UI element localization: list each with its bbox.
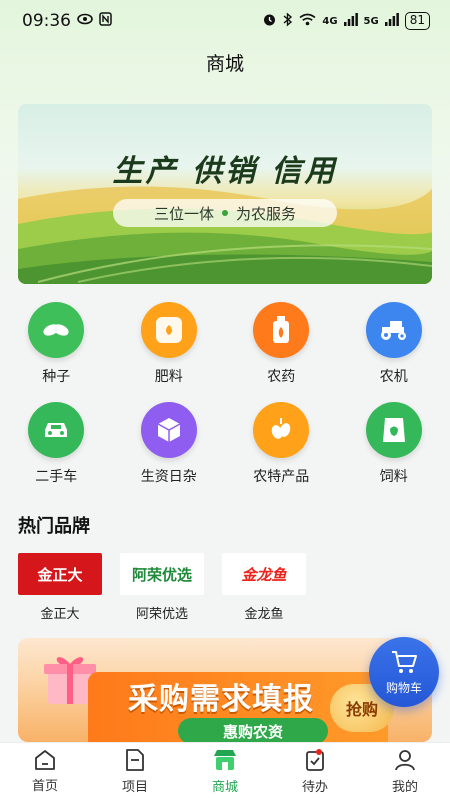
todo-clipboard-icon: [306, 749, 324, 771]
alarm-icon: [262, 12, 277, 31]
brand-item[interactable]: 阿荣优选 阿荣优选: [120, 553, 204, 622]
banner-tagline: 三位一体 为农服务: [113, 199, 337, 227]
fertilizer-bag-icon: [140, 302, 197, 358]
page-title: 商城: [205, 52, 244, 75]
tagline-dot: [222, 210, 228, 216]
olive-icon: [253, 402, 310, 458]
category-feed[interactable]: 饲料: [338, 402, 450, 486]
hot-brands-title: 热门品牌: [18, 516, 90, 537]
cart-button[interactable]: 购物车: [369, 637, 439, 707]
pesticide-bottle-icon: [253, 302, 310, 358]
bottom-tab-bar: 首页 项目 商城 待办 我的: [0, 742, 450, 800]
tab-label: 首页: [31, 779, 58, 794]
category-used-car[interactable]: 二手车: [0, 402, 113, 486]
bluetooth-icon: [283, 11, 293, 31]
category-label: 二手车: [35, 469, 78, 485]
cart-label: 购物车: [385, 680, 422, 695]
box-icon: [140, 402, 197, 458]
hero-banner[interactable]: 生产 供销 信用 三位一体 为农服务: [18, 104, 432, 284]
category-label: 肥料: [154, 369, 183, 385]
promo-banner[interactable]: 采购需求填报 惠购农资 抢购: [18, 638, 432, 742]
brand-logo-arong: 阿荣优选: [120, 553, 204, 595]
brand-logo-jinlongyu: 金龙鱼: [222, 553, 306, 595]
category-daily-supplies[interactable]: 生资日杂: [113, 402, 226, 486]
eye-icon: [77, 13, 93, 29]
banner-headline: 生产 供销 信用: [112, 154, 338, 189]
category-label: 农药: [267, 369, 296, 385]
tab-label: 我的: [391, 780, 418, 795]
category-label: 农机: [379, 369, 408, 385]
brand-name: 阿荣优选: [135, 607, 188, 622]
cart-icon: [392, 650, 417, 673]
tagline-right: 为农服务: [236, 204, 297, 223]
store-icon: [214, 750, 236, 770]
category-label: 种子: [42, 369, 71, 385]
category-machinery[interactable]: 农机: [338, 302, 450, 386]
network-5g-label: 5G: [363, 15, 379, 27]
seed-icon: [28, 302, 85, 358]
category-label: 农特产品: [253, 469, 310, 485]
category-pesticide[interactable]: 农药: [225, 302, 338, 386]
battery-indicator: 81: [404, 12, 430, 30]
tab-home[interactable]: 首页: [0, 743, 90, 800]
brand-list: 金正大 金正大 阿荣优选 阿荣优选 金龙鱼 金龙鱼: [18, 553, 306, 622]
wifi-icon: [299, 13, 316, 30]
brand-item[interactable]: 金正大 金正大: [18, 553, 102, 622]
signal-icon: [343, 12, 358, 30]
tab-label: 项目: [121, 780, 148, 795]
brand-logo-kingenta: 金正大: [18, 553, 102, 595]
home-icon: [35, 750, 55, 770]
tractor-icon: [365, 302, 422, 358]
document-icon: [126, 749, 144, 771]
tab-label: 待办: [301, 780, 328, 795]
category-label: 生资日杂: [140, 469, 197, 485]
category-specialty-products[interactable]: 农特产品: [225, 402, 338, 486]
brand-item[interactable]: 金龙鱼 金龙鱼: [222, 553, 306, 622]
profile-icon: [395, 750, 415, 771]
tagline-left: 三位一体: [153, 204, 214, 223]
feed-bag-icon: [365, 402, 422, 458]
brand-name: 金龙鱼: [244, 607, 284, 622]
network-4g-label: 4G: [322, 15, 338, 27]
status-time: 09:36: [22, 11, 71, 31]
tab-projects[interactable]: 项目: [90, 743, 180, 800]
tab-store[interactable]: 商城: [180, 743, 270, 800]
category-grid: 种子 肥料 农药 农机 二手车 生资日杂 农特产品 饲料: [0, 302, 450, 486]
status-bar: 09:36 4G 5G 81: [0, 0, 450, 42]
promo-title: 采购需求填报: [128, 682, 314, 717]
tab-label: 商城: [211, 780, 238, 795]
category-fertilizer[interactable]: 肥料: [113, 302, 226, 386]
promo-subtitle: 惠购农资: [178, 718, 328, 742]
nfc-icon: [99, 12, 112, 30]
tab-profile[interactable]: 我的: [360, 743, 450, 800]
used-car-icon: [28, 402, 85, 458]
field-illustration: [18, 186, 432, 284]
signal-icon: [384, 12, 399, 30]
category-seed[interactable]: 种子: [0, 302, 113, 386]
category-label: 饲料: [379, 469, 408, 485]
tab-todo[interactable]: 待办: [270, 743, 360, 800]
brand-name: 金正大: [40, 607, 80, 622]
